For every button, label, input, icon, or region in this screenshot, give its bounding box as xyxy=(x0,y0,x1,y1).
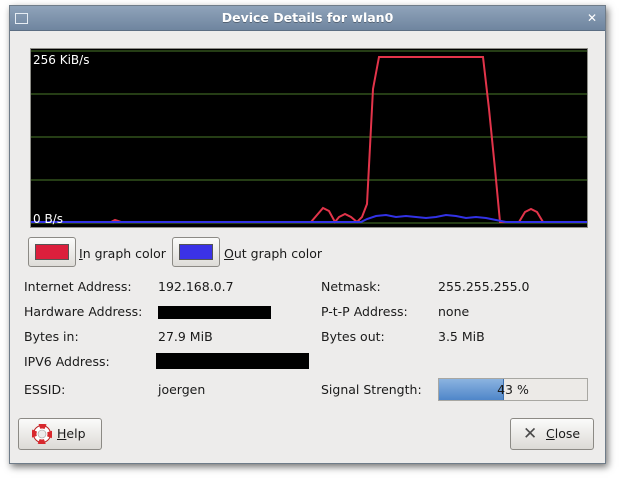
in-graph-color-button[interactable] xyxy=(28,237,76,267)
graph-max-label: 256 KiB/s xyxy=(33,53,90,67)
netmask-value: 255.255.255.0 xyxy=(438,279,530,294)
in-color-swatch xyxy=(35,244,69,260)
bytes-in-value: 27.9 MiB xyxy=(158,329,213,344)
graph-gridlines xyxy=(31,50,587,224)
essid-value: joergen xyxy=(158,382,206,397)
window-close-icon[interactable]: ✕ xyxy=(585,11,599,25)
ipv6-address-label: IPV6 Address: xyxy=(24,354,110,369)
help-button-label: Help xyxy=(57,426,86,441)
close-button-label: Close xyxy=(546,426,581,441)
ipv6-address-redacted xyxy=(156,353,309,369)
internet-address-label: Internet Address: xyxy=(24,279,132,294)
netmask-label: Netmask: xyxy=(321,279,381,294)
close-x-icon: ✕ xyxy=(523,424,538,444)
in-traffic-line xyxy=(31,56,587,224)
bytes-in-label: Bytes in: xyxy=(24,329,79,344)
title-bar: Device Details for wlan0 ✕ xyxy=(10,6,605,31)
out-color-swatch xyxy=(179,244,213,260)
bytes-out-label: Bytes out: xyxy=(321,329,385,344)
close-button[interactable]: ✕ Close xyxy=(510,418,594,450)
traffic-graph: 256 KiB/s 0 B/s xyxy=(30,48,588,228)
lifebuoy-icon xyxy=(32,424,52,444)
in-graph-color-label: In graph color xyxy=(79,246,166,261)
device-details-window: Device Details for wlan0 ✕ 256 KiB/s 0 B… xyxy=(9,5,606,464)
signal-strength-value: 43 % xyxy=(497,382,529,397)
out-graph-color-button[interactable] xyxy=(172,237,220,267)
bytes-out-value: 3.5 MiB xyxy=(438,329,485,344)
traffic-graph-svg xyxy=(31,50,587,224)
window-title: Device Details for wlan0 xyxy=(221,10,394,25)
hardware-address-label: Hardware Address: xyxy=(24,304,143,319)
internet-address-value: 192.168.0.7 xyxy=(158,279,234,294)
ptp-address-label: P-t-P Address: xyxy=(321,304,408,319)
help-button[interactable]: Help xyxy=(18,418,102,450)
out-graph-color-label: Out graph color xyxy=(224,246,322,261)
hardware-address-redacted xyxy=(158,306,271,319)
signal-strength-label: Signal Strength: xyxy=(321,382,422,397)
essid-label: ESSID: xyxy=(24,382,66,397)
graph-min-label: 0 B/s xyxy=(33,212,63,226)
signal-strength-bar: 43 % xyxy=(438,378,588,401)
ptp-address-value: none xyxy=(438,304,470,319)
